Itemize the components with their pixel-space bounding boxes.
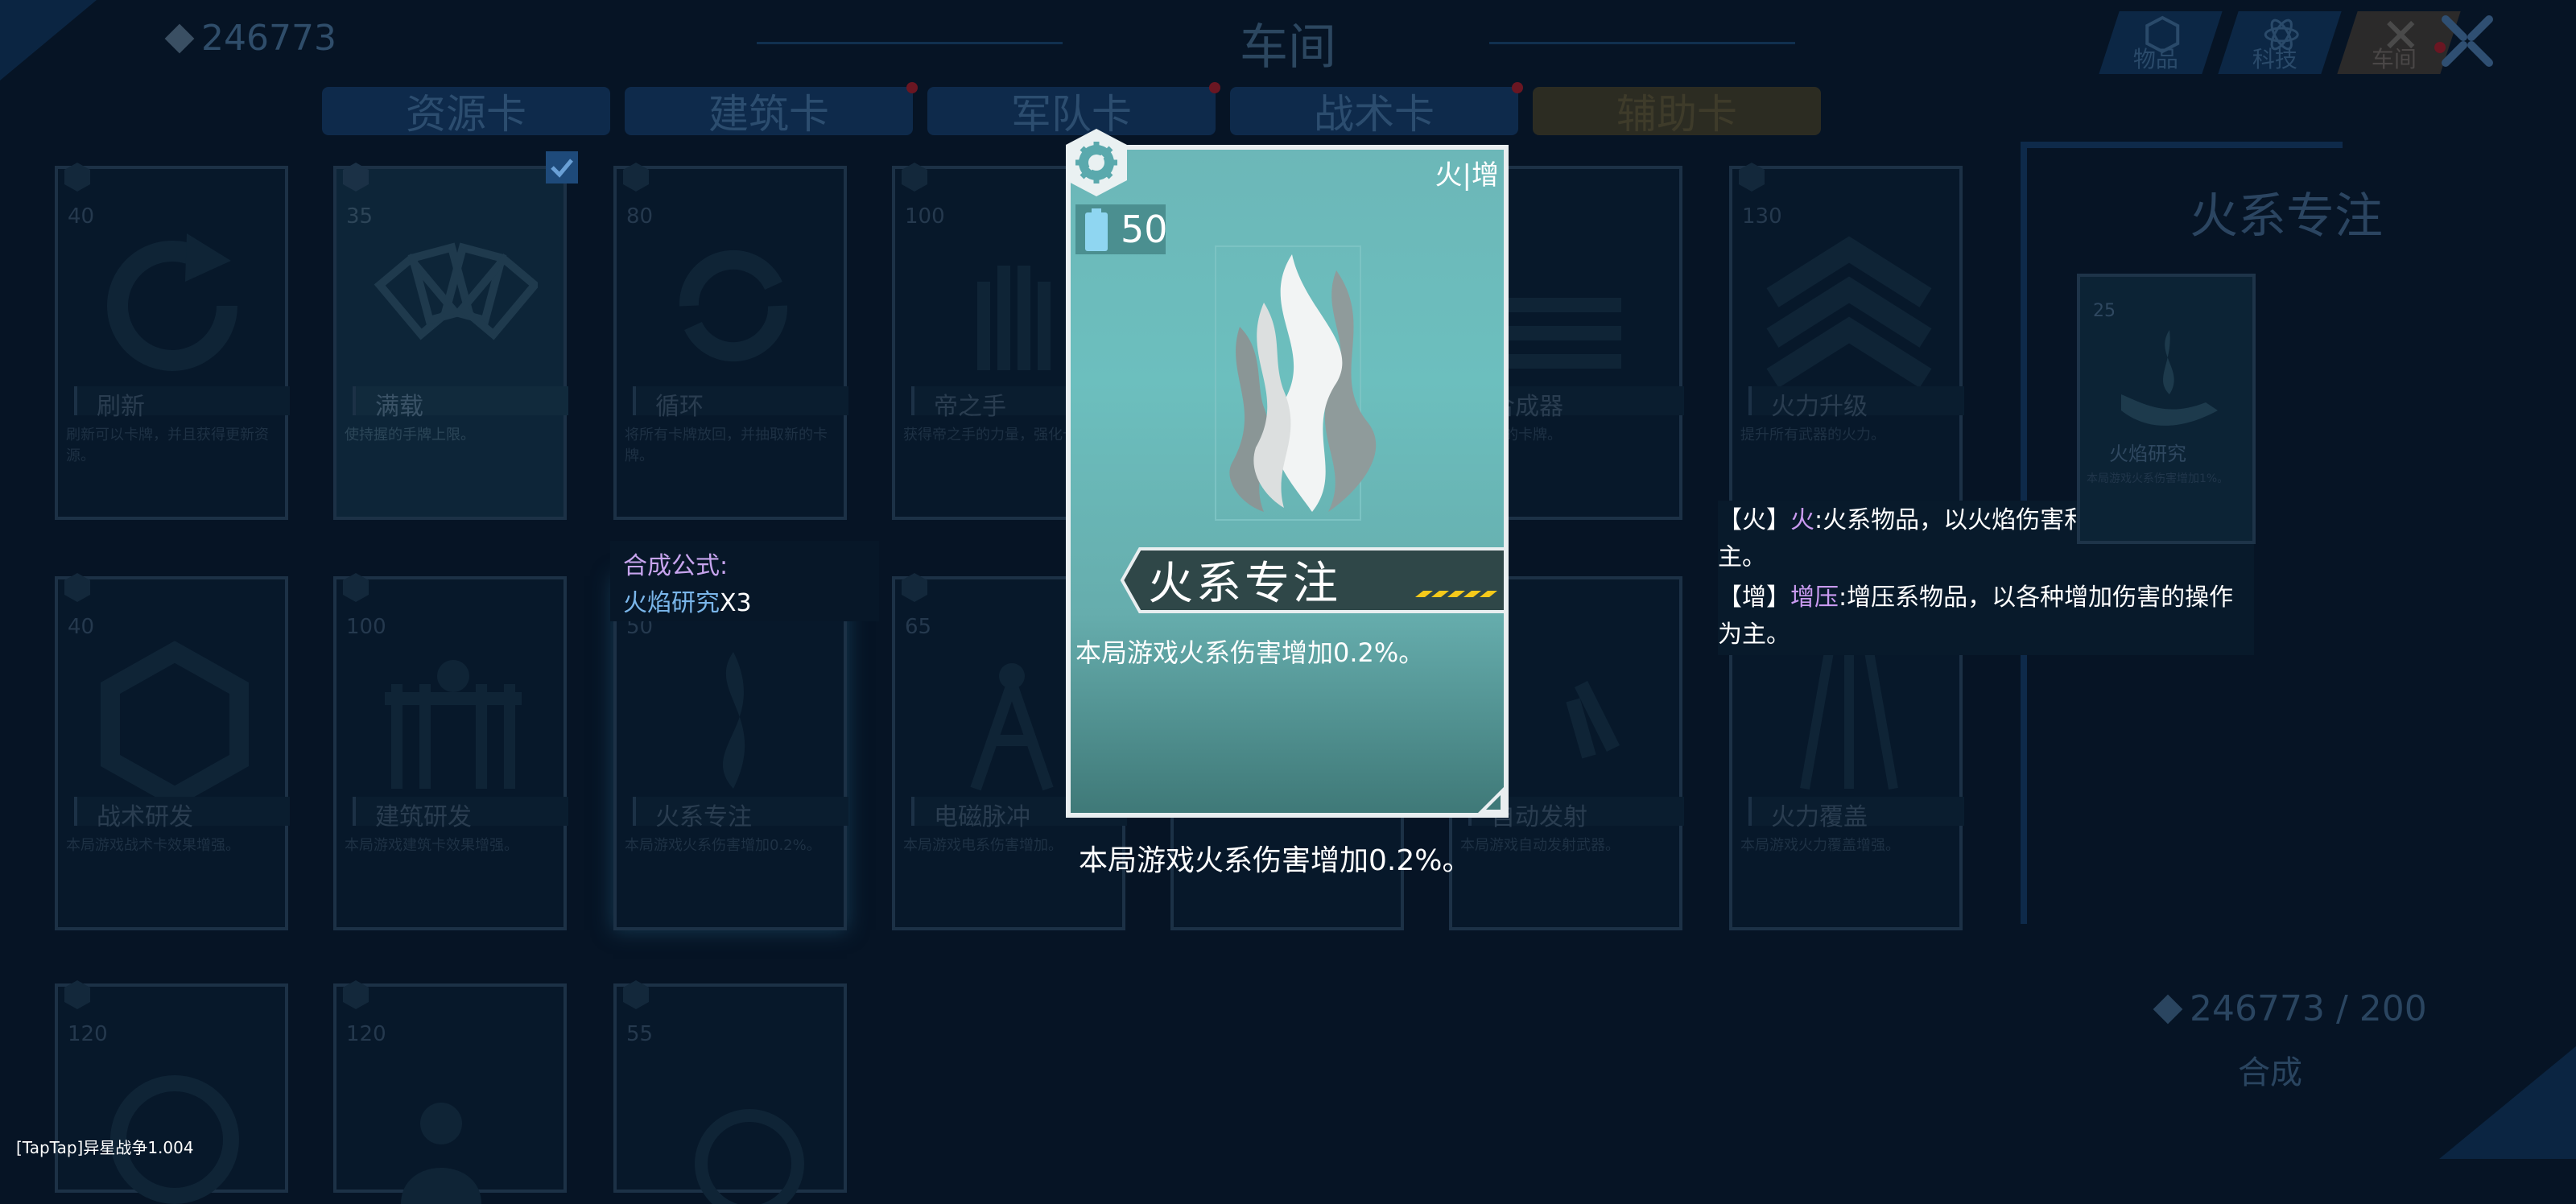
currency-value: 246773 [201,18,336,59]
tab-resource[interactable]: 资源卡 [322,87,610,138]
synthesize-button[interactable]: 合成 [2238,1046,2302,1093]
formula-material: 火焰研究 [623,589,720,617]
tab-support[interactable]: 辅助卡 [1533,87,1821,138]
gear-cluster-icon [110,1075,239,1204]
hex-badge-icon [64,573,90,602]
grid-card-tactic-research[interactable]: 40 战术研发 本局游戏战术卡效果增强。 [55,573,290,930]
corner-mark [1478,787,1504,813]
close-icon[interactable] [2439,13,2496,69]
formula-count: X3 [720,589,752,617]
grid-card-firepower[interactable]: 130 火力升级 提升所有武器的火力。 [1729,163,1964,520]
grid-card-refresh[interactable]: 40 刷新 刷新可以卡牌，并且获得更新资源。 [55,163,290,520]
chevrons-icon [1766,236,1932,386]
notification-dot [906,82,918,93]
grid-card-fire-focus[interactable]: 50 火系专注 本局游戏火系伤害增加0.2%。 [613,573,848,930]
card-tag: 火|增 [1435,159,1499,192]
keyword-boost: 增压 [1790,583,1839,612]
flame-hand-icon [2121,330,2218,426]
currency-display: 246773 [164,18,336,59]
hex-badge-icon [343,573,369,602]
selected-checkbox[interactable] [546,151,578,183]
grid-card-row3-b[interactable]: 120 [333,980,567,1204]
hex-badge-icon [902,573,927,602]
person-music-icon [401,1103,481,1204]
grid-card-building-research[interactable]: 100 建筑研发 本局游戏建筑卡效果增强。 [333,573,568,930]
nav-tech-button[interactable]: 科技 [2218,11,2342,74]
title-line-right [1489,42,1795,44]
hex-badge-icon [343,163,369,192]
selected-card[interactable]: 火|增 50 火系专注 本局游戏火系伤害增加0.2%。 [1066,145,1509,818]
building-icon [385,660,522,789]
grid-card-full-load[interactable]: 35 满载 使持握的手牌上限。 [333,163,568,520]
notification-dot [1512,82,1523,93]
grid-card-cycle[interactable]: 80 循环 将所有卡牌放回，并抽取新的卡牌。 [613,163,848,520]
card-type-gear-icon [1066,129,1127,196]
grid-card-row3-c[interactable]: 55 [613,980,847,1204]
shield-hex-icon [101,641,249,797]
check-icon [551,159,573,178]
card-name: 火系专注 [1148,558,1341,610]
hex-badge-icon [902,163,927,192]
nav-items-button[interactable]: 物品 [2099,11,2223,74]
synthesis-cost: 246773 / 200 [2153,988,2427,1029]
battery-icon [1085,212,1108,251]
missiles-icon [1566,680,1620,759]
cycle-icon [679,249,788,362]
page-title: 车间 [1240,19,1336,76]
top-nav: 物品 科技 车间 [2099,11,2461,76]
menu-icon [1501,298,1621,369]
grid-card-row3-a[interactable]: 120 [55,980,288,1204]
hex-badge-icon [623,980,649,1009]
diamond-icon [164,23,195,53]
hex-badge-icon [623,163,649,192]
detail-title: 火系专注 [2190,188,2383,245]
cards-fan-icon [374,242,538,340]
stopwatch-icon [695,1109,804,1204]
arrows-icon [1800,650,1898,790]
flame-art-icon [1215,245,1377,521]
tab-tactic[interactable]: 战术卡 [1230,82,1523,138]
card-caption: 本局游戏火系伤害增加0.2%。 [1079,844,1472,877]
synthesis-formula: 合成公式: 火焰研究X3 [610,541,879,621]
formula-label: 合成公式: [623,552,729,580]
diamond-icon [2153,994,2183,1024]
hex-badge-icon [64,980,90,1009]
refresh-icon [107,233,237,371]
title-line-left [757,42,1063,44]
hex-badge-icon [343,980,369,1009]
keyword-fire: 火 [1790,506,1814,534]
hex-badge-icon [64,163,90,192]
card-description: 本局游戏火系伤害增加0.2%。 [1075,637,1425,668]
flame-icon [723,652,745,789]
notification-dot [1209,82,1220,93]
version-label: [TapTap]异星战争1.004 [16,1138,194,1157]
tab-building[interactable]: 建筑卡 [625,82,918,138]
material-card[interactable]: 25 火焰研究 本局游戏火系伤害增加1%。 [2077,274,2256,544]
hex-badge-icon [1739,163,1765,192]
